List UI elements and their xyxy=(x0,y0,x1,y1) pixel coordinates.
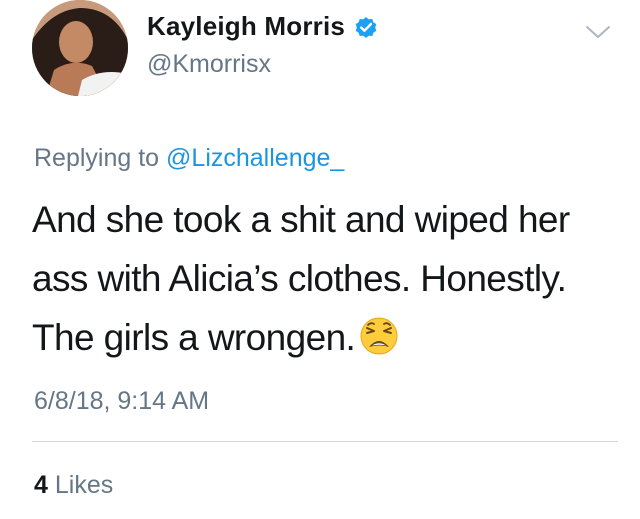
weary-face-icon xyxy=(359,314,399,355)
avatar-image xyxy=(32,0,128,96)
tweet-timestamp[interactable]: 6/8/18, 9:14 AM xyxy=(34,387,209,416)
likes-stat[interactable]: 4 Likes xyxy=(34,471,113,500)
divider xyxy=(32,441,618,442)
likes-count: 4 xyxy=(34,471,48,499)
replying-to-line: Replying to @Lizchallenge_ xyxy=(34,144,344,173)
tweet-text: And she took a shit and wiped her ass wi… xyxy=(32,190,622,367)
display-name[interactable]: Kayleigh Morris xyxy=(147,11,345,42)
likes-label: Likes xyxy=(54,471,114,499)
author-handle[interactable]: @Kmorrisx xyxy=(147,50,271,79)
replying-to-label: Replying to xyxy=(34,144,167,172)
author-name-row: Kayleigh Morris xyxy=(147,11,379,42)
tweet-body: And she took a shit and wiped her ass wi… xyxy=(32,199,570,358)
chevron-down-icon[interactable] xyxy=(584,22,612,42)
avatar[interactable] xyxy=(32,0,128,96)
verified-badge-icon xyxy=(353,14,379,40)
reply-mention-link[interactable]: @Lizchallenge_ xyxy=(166,144,344,172)
